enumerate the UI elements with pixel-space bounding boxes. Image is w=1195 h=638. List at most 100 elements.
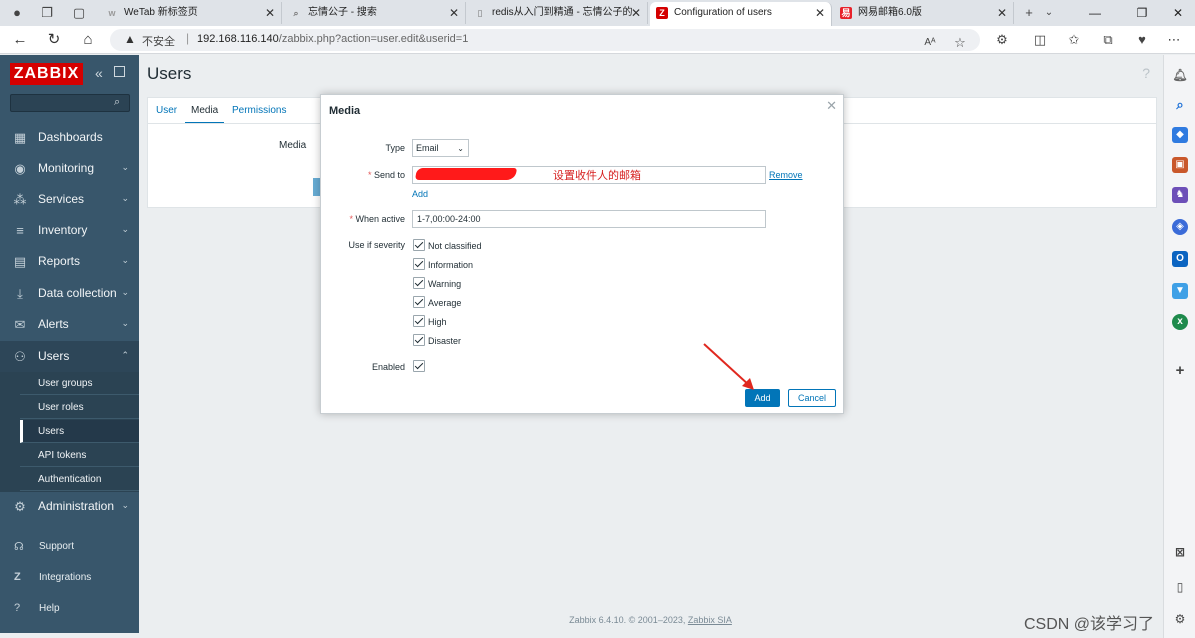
menu-alerts[interactable]: ✉ Alerts ⌄ <box>0 309 139 340</box>
menu-support[interactable]: ☊ Support <box>0 533 139 561</box>
when-active-input[interactable]: 1-7,00:00-24:00 <box>412 210 766 228</box>
collections-icon[interactable]: ⧉ <box>1098 30 1118 50</box>
severity-information-label: Information <box>428 260 474 270</box>
add-icon[interactable]: + <box>1172 363 1188 379</box>
notifications-bell-icon[interactable]: 🔔︎ <box>1172 67 1188 83</box>
checkbox-warning[interactable] <box>413 277 425 289</box>
close-icon[interactable]: ✕ <box>631 2 641 24</box>
users-icon: ⚇ <box>14 349 26 364</box>
tab-media[interactable]: Media <box>185 105 225 124</box>
close-icon[interactable]: ✕ <box>449 2 459 24</box>
send-to-label: * Send to <box>367 170 405 180</box>
tab-title: Configuration of users <box>674 7 772 18</box>
chevron-down-icon: ⌄ <box>121 500 129 510</box>
cancel-button[interactable]: Cancel <box>788 389 836 407</box>
submenu-authentication[interactable]: Authentication <box>20 468 139 491</box>
tab-redis[interactable]: ▯ redis从入门到精通 - 忘情公子的 ✕ <box>468 2 648 24</box>
close-icon[interactable]: ✕ <box>997 2 1007 24</box>
search-icon[interactable]: ⌕ <box>1172 97 1188 113</box>
window-close-icon[interactable]: ✕ <box>1163 2 1193 24</box>
close-icon[interactable]: ✕ <box>265 2 275 24</box>
workspaces-icon[interactable]: ❐ <box>38 4 56 22</box>
more-menu-icon[interactable]: ⋯ <box>1164 30 1184 50</box>
settings-gear-icon[interactable]: ⚙ <box>1172 611 1188 627</box>
insecure-label: 不安全 <box>142 36 175 48</box>
profile-icon[interactable]: ● <box>8 4 26 22</box>
hide-sidebar-icon[interactable]: ▯ <box>1172 579 1188 595</box>
checkbox-not-classified[interactable] <box>413 239 425 251</box>
screenshot-icon[interactable]: ⊠ <box>1172 544 1188 560</box>
menu-users[interactable]: ⚇ Users ⌃ <box>0 341 139 372</box>
menu-monitoring[interactable]: ◉ Monitoring ⌄ <box>0 153 139 184</box>
menu-services[interactable]: ⁂ Services ⌄ <box>0 184 139 215</box>
warning-icon: ▲ <box>124 32 136 46</box>
home-icon[interactable]: ⌂ <box>78 30 98 50</box>
kiosk-mode-icon[interactable] <box>114 66 125 77</box>
menu-integrations[interactable]: Z Integrations <box>0 564 139 592</box>
checkbox-enabled[interactable] <box>413 360 425 372</box>
favorite-star-icon[interactable]: ☆ <box>950 33 970 53</box>
checkbox-high[interactable] <box>413 315 425 327</box>
tools-briefcase-icon[interactable]: ▣ <box>1172 157 1188 173</box>
tab-163-mail[interactable]: 易 网易邮箱6.0版 ✕ <box>834 2 1014 24</box>
close-icon[interactable]: ✕ <box>826 98 837 114</box>
submenu-user-roles[interactable]: User roles <box>20 396 139 419</box>
search-icon[interactable]: ⌕ <box>114 96 120 109</box>
checkbox-information[interactable] <box>413 258 425 270</box>
severity-disaster-label: Disaster <box>428 336 462 346</box>
checkbox-disaster[interactable] <box>413 334 425 346</box>
close-icon[interactable]: ✕ <box>815 2 825 24</box>
games-icon[interactable]: ♞ <box>1172 187 1188 203</box>
favorites-icon[interactable]: ✩ <box>1064 30 1084 50</box>
document-icon: ▯ <box>477 8 483 18</box>
collapse-sidebar-icon[interactable]: « <box>95 65 103 81</box>
tab-user[interactable]: User <box>156 105 177 116</box>
extensions-icon[interactable]: ⚙ <box>992 30 1012 50</box>
download-icon: ⤓ <box>17 286 23 301</box>
refresh-icon[interactable]: ↻ <box>44 30 64 50</box>
browser-address-bar: ← ↻ ⌂ ▲ 不安全 | 192.168.116.140/zabbix.php… <box>0 26 1195 54</box>
minimize-icon[interactable]: — <box>1080 2 1110 24</box>
tab-wetab[interactable]: w WeTab 新标签页 ✕ <box>100 2 282 24</box>
help-icon[interactable]: ? <box>1142 65 1150 81</box>
tab-list-chevron-icon[interactable]: ⌄ <box>1040 4 1058 22</box>
sidebar-search-input[interactable] <box>10 94 130 112</box>
footer-link[interactable]: Zabbix SIA <box>688 615 732 625</box>
chevron-down-icon: ⌄ <box>121 287 129 297</box>
menu-dashboards[interactable]: ▦ Dashboards <box>0 122 139 153</box>
zabbix-logo[interactable]: ZABBIX <box>10 63 83 85</box>
menu-data-collection[interactable]: ⤓ Data collection ⌄ <box>0 278 139 309</box>
restore-icon[interactable]: ❐ <box>1127 2 1157 24</box>
menu-inventory[interactable]: ≡ Inventory ⌄ <box>0 215 139 246</box>
type-select[interactable]: Email ⌄ <box>412 139 469 157</box>
microsoft-365-icon[interactable]: ◈ <box>1172 219 1188 235</box>
submenu-api-tokens[interactable]: API tokens <box>20 444 139 467</box>
read-aloud-icon[interactable]: Aᴬ <box>920 33 940 53</box>
url-field[interactable]: ▲ 不安全 | 192.168.116.140/zabbix.php?actio… <box>110 29 980 51</box>
menu-administration[interactable]: ⚙ Administration ⌄ <box>0 491 139 522</box>
browser-essentials-icon[interactable]: ♥ <box>1132 30 1152 50</box>
severity-average-label: Average <box>428 298 462 308</box>
tab-permissions[interactable]: Permissions <box>232 105 286 116</box>
menu-help[interactable]: ? Help <box>0 595 139 623</box>
tab-search[interactable]: ⌕ 忘情公子 - 搜索 ✕ <box>284 2 466 24</box>
submenu-users[interactable]: Users <box>20 420 139 443</box>
back-arrow-icon[interactable]: ← <box>10 30 30 50</box>
submenu-user-groups[interactable]: User groups <box>20 372 139 395</box>
send-to-annotation: 设置收件人的邮箱 <box>553 170 641 182</box>
tab-title: WeTab 新标签页 <box>124 7 198 18</box>
remove-link[interactable]: Remove <box>769 170 803 180</box>
checkbox-average[interactable] <box>413 296 425 308</box>
add-send-to-link[interactable]: Add <box>412 189 428 199</box>
split-screen-icon[interactable]: ◫ <box>1030 30 1050 50</box>
shopping-tag-icon[interactable]: ◆ <box>1172 127 1188 143</box>
menu-reports[interactable]: ▤ Reports ⌄ <box>0 246 139 277</box>
drop-icon[interactable]: ▼ <box>1172 283 1188 299</box>
excel-icon[interactable]: x <box>1172 314 1188 330</box>
chevron-down-icon: ⌄ <box>121 318 129 328</box>
new-tab-icon[interactable]: + <box>1020 4 1038 22</box>
tab-configuration-of-users[interactable]: Z Configuration of users ✕ <box>650 2 832 26</box>
help-icon: ? <box>14 602 21 614</box>
outlook-icon[interactable]: O <box>1172 251 1188 267</box>
tab-actions-icon[interactable]: ▢ <box>70 4 88 22</box>
